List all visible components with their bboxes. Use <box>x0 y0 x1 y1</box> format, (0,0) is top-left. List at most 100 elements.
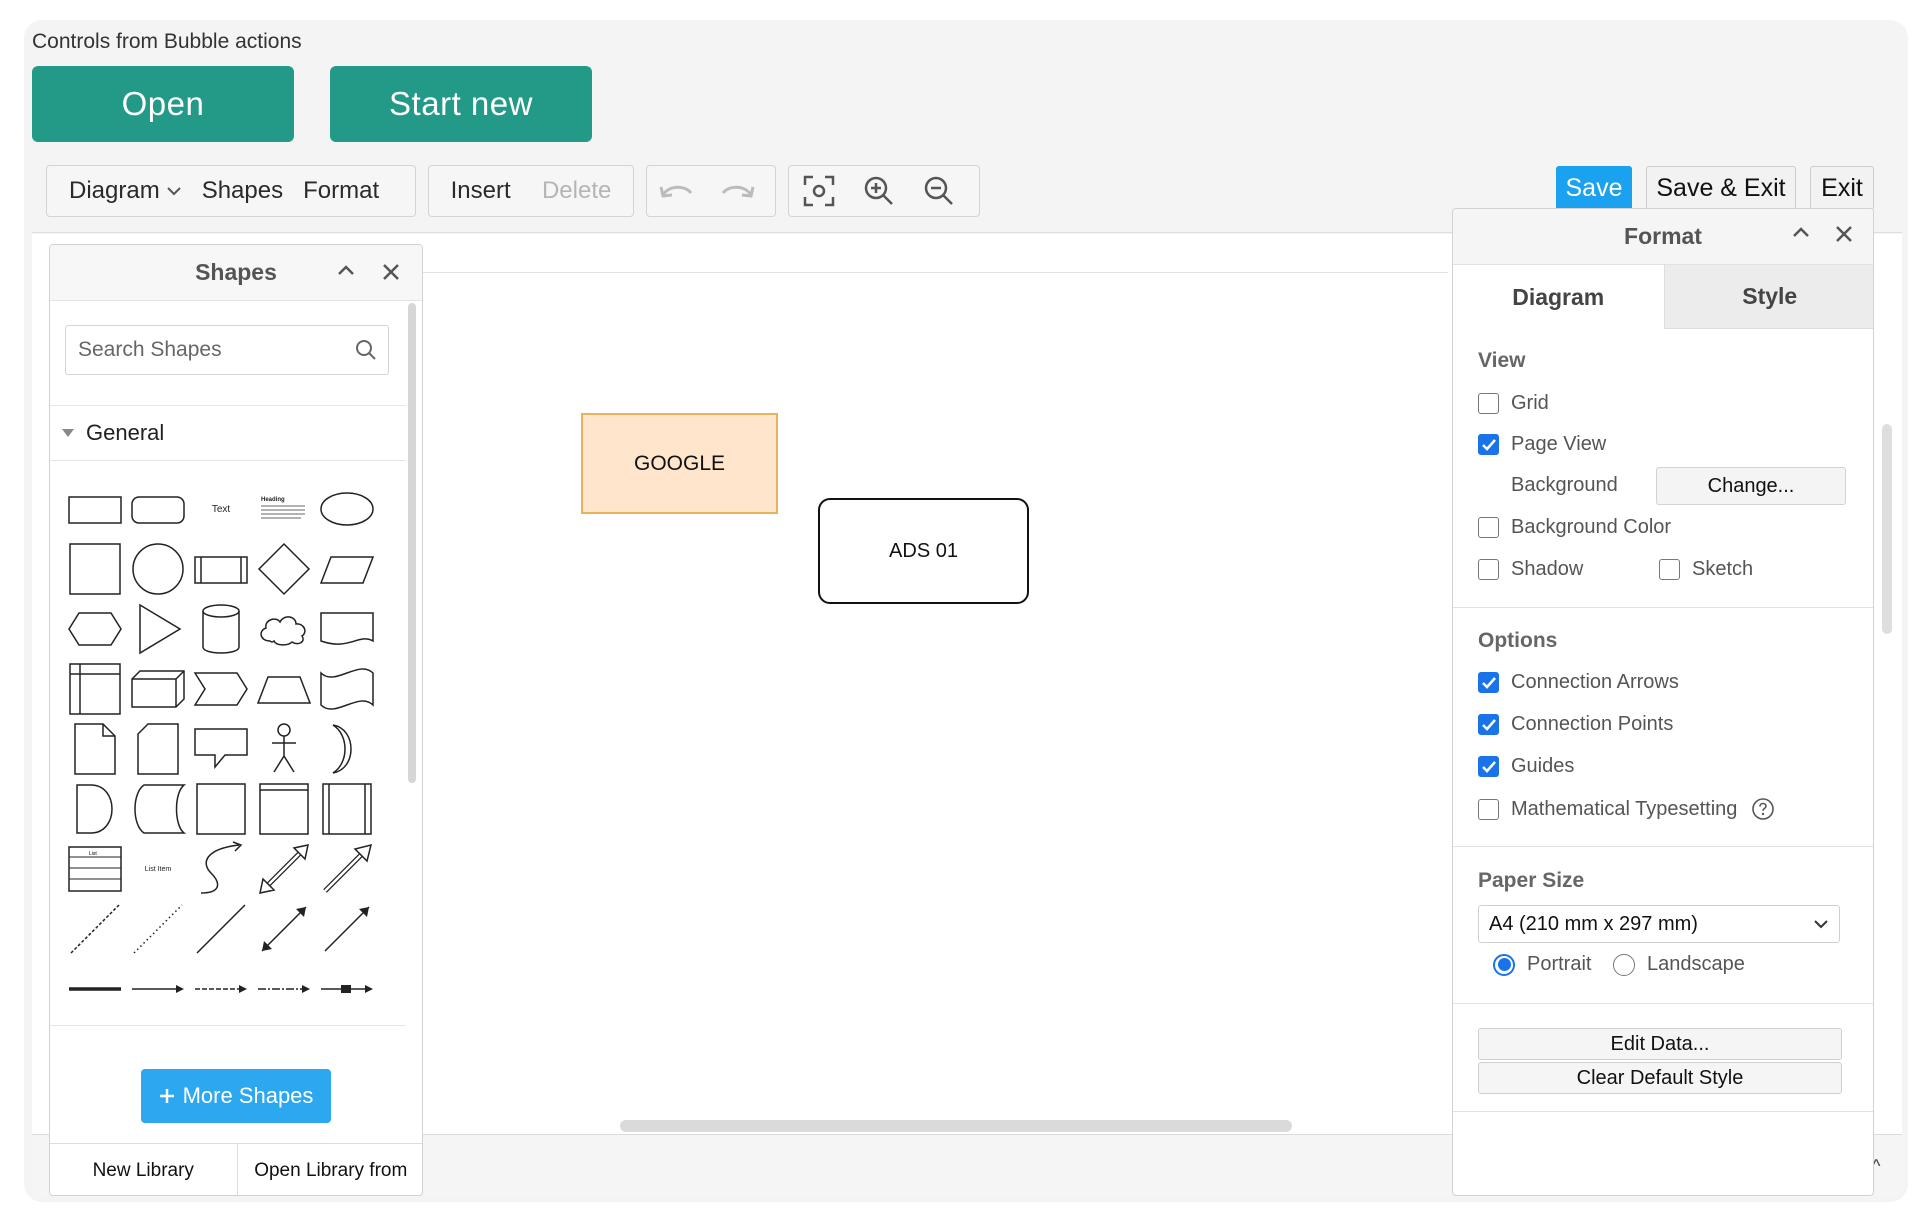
portrait-radio[interactable]: Portrait <box>1493 953 1591 976</box>
shapes-menu[interactable]: Shapes <box>192 177 293 205</box>
shape-actor[interactable] <box>255 721 313 777</box>
shape-swimlane[interactable] <box>255 781 313 837</box>
close-icon[interactable] <box>1835 225 1853 243</box>
page-view-checkbox[interactable]: Page View <box>1478 433 1606 456</box>
diagram-menu[interactable]: Diagram <box>47 177 192 205</box>
chevron-down-icon <box>1814 920 1828 929</box>
shape-dashed-line[interactable] <box>66 901 124 957</box>
tab-diagram[interactable]: Diagram <box>1453 265 1664 329</box>
math-typesetting-label: Mathematical Typesetting <box>1511 797 1738 820</box>
shape-textbox[interactable]: Heading <box>255 481 313 537</box>
exit-button[interactable]: Exit <box>1810 166 1874 210</box>
shape-directional-connector[interactable] <box>129 961 187 1017</box>
paper-size-select[interactable]: A4 (210 mm x 297 mm) <box>1478 905 1840 943</box>
change-background-button[interactable]: Change... <box>1656 467 1846 505</box>
shape-circle[interactable] <box>129 541 187 597</box>
zoom-in-icon[interactable] <box>849 166 909 216</box>
shape-text[interactable]: Text <box>192 481 250 537</box>
insert-button[interactable]: Insert <box>441 177 521 205</box>
shape-parallelogram[interactable] <box>318 541 376 597</box>
fit-icon[interactable] <box>789 166 849 216</box>
search-shapes-input[interactable]: Search Shapes <box>65 325 389 375</box>
shape-tape[interactable] <box>318 661 376 717</box>
shape-cloud[interactable] <box>255 601 313 657</box>
shape-ellipse[interactable] <box>318 481 376 537</box>
redo-icon[interactable] <box>707 166 767 216</box>
shapes-scrollbar[interactable] <box>408 303 416 783</box>
sketch-checkbox[interactable]: Sketch <box>1659 558 1753 581</box>
tab-style[interactable]: Style <box>1663 265 1873 329</box>
save-exit-button[interactable]: Save & Exit <box>1646 166 1796 210</box>
shape-callout[interactable] <box>192 721 250 777</box>
shape-dotted-connector[interactable] <box>255 961 313 1017</box>
vertical-scrollbar[interactable] <box>1882 424 1892 634</box>
horizontal-scrollbar[interactable] <box>620 1120 1292 1132</box>
shape-process[interactable] <box>192 541 250 597</box>
diagram-shape-google[interactable]: GOOGLE <box>581 413 778 514</box>
shape-rectangle[interactable] <box>66 481 124 537</box>
shape-rounded-rectangle[interactable] <box>129 481 187 537</box>
shape-trapezoid[interactable] <box>255 661 313 717</box>
shape-cylinder[interactable] <box>192 601 250 657</box>
open-button[interactable]: Open <box>32 66 294 142</box>
grid-checkbox[interactable]: Grid <box>1478 392 1549 415</box>
collapse-icon[interactable] <box>1791 225 1811 239</box>
shape-dotted-line[interactable] <box>129 901 187 957</box>
shape-link-connector[interactable] <box>318 961 376 1017</box>
shape-curve-arrow[interactable] <box>192 841 250 897</box>
shape-data-storage[interactable] <box>129 781 187 837</box>
shape-thick-line[interactable] <box>66 961 124 1017</box>
shape-container[interactable] <box>192 781 250 837</box>
edit-data-button[interactable]: Edit Data... <box>1478 1028 1842 1060</box>
shape-note[interactable] <box>66 721 124 777</box>
close-icon[interactable] <box>382 263 400 281</box>
edit-group: Insert Delete <box>428 165 634 217</box>
shape-double-arrow-line[interactable] <box>255 901 313 957</box>
shape-list[interactable]: List <box>66 841 124 897</box>
format-tabs: Diagram Style <box>1453 265 1873 329</box>
format-menu[interactable]: Format <box>293 177 389 205</box>
shape-dashed-connector[interactable] <box>192 961 250 1017</box>
connection-points-checkbox[interactable]: Connection Points <box>1478 713 1673 736</box>
clear-default-style-button[interactable]: Clear Default Style <box>1478 1062 1842 1094</box>
shape-cube[interactable] <box>129 661 187 717</box>
collapse-icon[interactable] <box>336 263 356 277</box>
open-library-button[interactable]: Open Library from <box>238 1144 423 1195</box>
guides-checkbox[interactable]: Guides <box>1478 755 1574 778</box>
help-icon[interactable] <box>1751 797 1775 821</box>
shape-square[interactable] <box>66 541 124 597</box>
shape-internal-storage[interactable] <box>66 661 124 717</box>
shape-line[interactable] <box>192 901 250 957</box>
delete-button[interactable]: Delete <box>532 177 621 205</box>
misc-section-header[interactable] <box>50 1025 406 1055</box>
shape-triangle[interactable] <box>129 601 187 657</box>
shape-hexagon[interactable] <box>66 601 124 657</box>
background-color-checkbox[interactable]: Background Color <box>1478 516 1671 539</box>
math-typesetting-checkbox[interactable]: Mathematical Typesetting <box>1478 797 1775 821</box>
shape-or[interactable] <box>318 721 376 777</box>
shape-card[interactable] <box>129 721 187 777</box>
more-shapes-button[interactable]: More Shapes <box>141 1069 331 1123</box>
new-library-button[interactable]: New Library <box>50 1144 238 1195</box>
zoom-out-icon[interactable] <box>909 166 969 216</box>
search-icon[interactable] <box>354 338 378 362</box>
shadow-checkbox[interactable]: Shadow <box>1478 558 1583 581</box>
undo-icon[interactable] <box>647 166 707 216</box>
diagram-shape-ads[interactable]: ADS 01 <box>818 498 1029 604</box>
landscape-radio[interactable]: Landscape <box>1613 953 1745 976</box>
general-section-header[interactable]: General <box>50 405 406 461</box>
shape-arrow[interactable] <box>318 841 376 897</box>
start-new-button[interactable]: Start new <box>330 66 592 142</box>
shapes-panel: Shapes Search Shapes General Text Headin… <box>49 244 423 1196</box>
shape-diamond[interactable] <box>255 541 313 597</box>
shape-frame[interactable] <box>318 781 376 837</box>
shape-arrow-line[interactable] <box>318 901 376 957</box>
shape-step[interactable] <box>192 661 250 717</box>
shape-bidirectional-arrow[interactable] <box>255 841 313 897</box>
shape-list-item[interactable]: List Item <box>129 841 187 897</box>
shape-document[interactable] <box>318 601 376 657</box>
connection-arrows-checkbox[interactable]: Connection Arrows <box>1478 671 1679 694</box>
checkbox-icon <box>1478 393 1499 414</box>
shape-delay[interactable] <box>66 781 124 837</box>
save-button[interactable]: Save <box>1556 166 1632 210</box>
